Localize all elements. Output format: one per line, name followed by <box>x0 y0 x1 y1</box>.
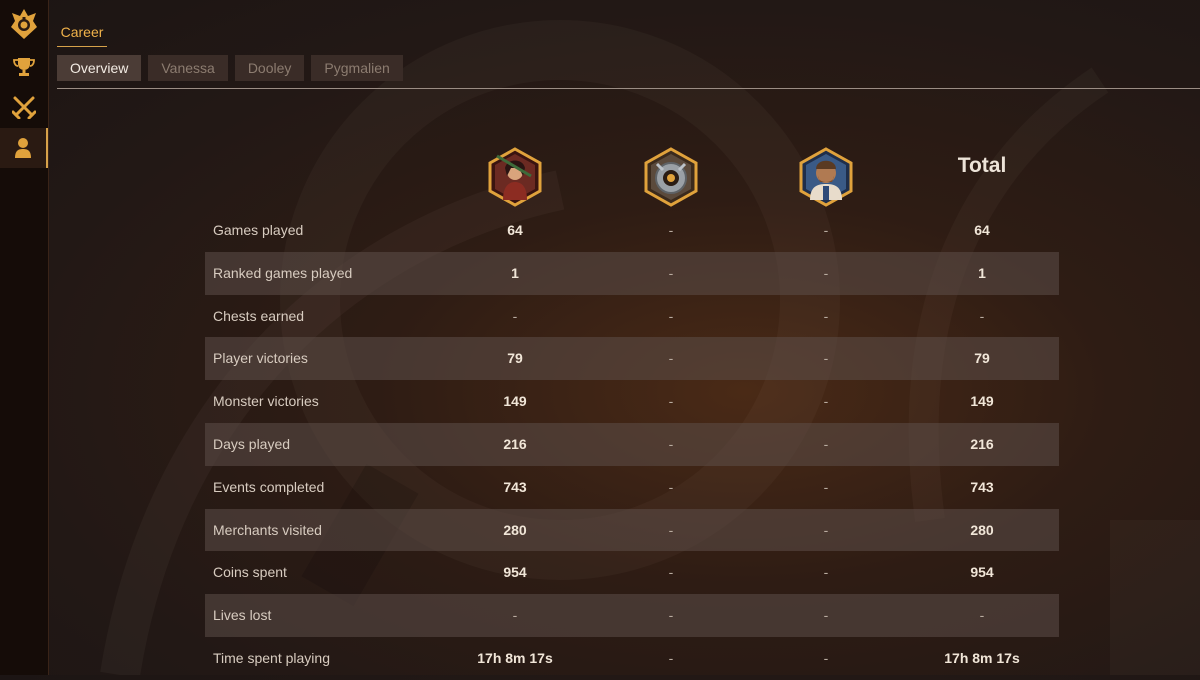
stat-value-dooley: - <box>668 350 674 367</box>
stat-value-total: 280 <box>970 521 994 538</box>
stat-value-dooley: - <box>668 435 674 452</box>
tab-career[interactable]: Career <box>57 18 107 47</box>
stat-value-vanessa: 149 <box>503 393 527 410</box>
table-row: Chests earned - - - - <box>205 295 1059 338</box>
stat-value-vanessa: 743 <box>503 478 527 495</box>
stat-value-pygmalien: - <box>823 307 829 324</box>
stat-value-dooley: - <box>668 307 674 324</box>
stat-value-vanessa: - <box>512 607 518 624</box>
stat-value-dooley: - <box>668 564 674 581</box>
stat-label: Player victories <box>213 350 308 367</box>
trophy-icon <box>13 58 35 76</box>
table-row: Events completed 743 - - 743 <box>205 466 1059 509</box>
stat-value-pygmalien: - <box>823 350 829 367</box>
stat-value-total: 954 <box>970 564 994 581</box>
crossed-swords-icon <box>12 96 36 119</box>
stat-label: Coins spent <box>213 564 287 581</box>
profile-icon <box>15 138 31 158</box>
stat-value-total: 79 <box>974 350 990 367</box>
stat-value-pygmalien: - <box>823 564 829 581</box>
stat-value-vanessa: 954 <box>503 564 527 581</box>
stat-value-vanessa: 1 <box>511 264 519 281</box>
stat-value-total: - <box>979 307 985 324</box>
stat-label: Days played <box>213 435 291 452</box>
table-row: Monster victories 149 - - 149 <box>205 380 1059 423</box>
table-row: Days played 216 - - 216 <box>205 422 1059 466</box>
stat-value-pygmalien: - <box>823 649 829 666</box>
total-column-header: Total <box>957 154 1007 177</box>
stat-label: Ranked games played <box>213 264 353 281</box>
stat-value-vanessa: 79 <box>507 350 523 367</box>
vanessa-portrait-icon <box>485 146 545 208</box>
stat-value-vanessa: 216 <box>503 435 527 452</box>
stat-value-dooley: - <box>668 607 674 624</box>
subtab-bar: Overview Vanessa Dooley Pygmalien <box>57 55 403 81</box>
stat-value-total: 1 <box>978 264 986 281</box>
stat-value-dooley: - <box>668 264 674 281</box>
pygmalien-portrait-icon <box>796 146 856 208</box>
table-row: Merchants visited 280 - - 280 <box>205 508 1059 552</box>
stat-value-pygmalien: - <box>823 393 829 410</box>
nav-divider <box>57 88 1200 89</box>
stat-value-total: 149 <box>970 393 994 410</box>
subtab-vanessa[interactable]: Vanessa <box>148 55 228 81</box>
table-row: Lives lost - - - - <box>205 594 1059 637</box>
subtab-pygmalien[interactable]: Pygmalien <box>311 55 403 81</box>
stat-value-pygmalien: - <box>823 222 829 238</box>
stat-value-vanessa: - <box>512 307 518 324</box>
sidebar-item-battles[interactable] <box>0 87 48 127</box>
stat-value-dooley: - <box>668 393 674 410</box>
table-row: Games played 64 - - 64 <box>205 209 1059 252</box>
stat-value-pygmalien: - <box>823 478 829 495</box>
subtab-dooley[interactable]: Dooley <box>234 55 305 81</box>
stat-value-total: - <box>979 607 985 624</box>
stat-label: Merchants visited <box>213 521 322 538</box>
stat-label: Monster victories <box>213 393 319 410</box>
stat-value-pygmalien: - <box>823 435 829 452</box>
sidebar-item-achievements[interactable] <box>0 47 48 87</box>
sidebar <box>0 0 49 675</box>
stat-value-total: 743 <box>970 478 994 495</box>
stat-value-pygmalien: - <box>823 521 829 538</box>
career-stats-table: Games played 64 - - 64 Ranked games played 1 - -… <box>205 209 1059 680</box>
sidebar-item-profile[interactable] <box>0 128 48 168</box>
stat-value-total: 17h 8m 17s <box>944 649 1020 666</box>
stat-label: Chests earned <box>213 307 305 324</box>
stat-value-vanessa: 64 <box>507 222 523 238</box>
bazaar-emblem-icon <box>11 9 37 39</box>
stat-value-vanessa: 17h 8m 17s <box>477 649 553 666</box>
stat-value-total: 64 <box>974 222 990 238</box>
stat-value-dooley: - <box>668 521 674 538</box>
dooley-portrait-icon <box>641 146 701 208</box>
stat-value-total: 216 <box>970 435 994 452</box>
stat-label: Games played <box>213 222 304 238</box>
table-row: Player victories 79 - - 79 <box>205 337 1059 381</box>
subtab-overview[interactable]: Overview <box>57 55 142 81</box>
stat-label: Lives lost <box>213 607 272 624</box>
stat-value-dooley: - <box>668 222 674 238</box>
table-row: Ranked games played 1 - - 1 <box>205 251 1059 295</box>
stat-label: Time spent playing <box>213 649 330 666</box>
stat-value-pygmalien: - <box>823 264 829 281</box>
stat-value-dooley: - <box>668 649 674 666</box>
stat-label: Events completed <box>213 478 325 495</box>
sidebar-item-home[interactable] <box>0 4 48 44</box>
stat-value-pygmalien: - <box>823 607 829 624</box>
stat-value-dooley: - <box>668 478 674 495</box>
table-row: Time spent playing 17h 8m 17s - - 17h 8m 17s <box>205 637 1059 680</box>
table-row: Coins spent 954 - - 954 <box>205 551 1059 594</box>
stat-value-vanessa: 280 <box>503 521 527 538</box>
